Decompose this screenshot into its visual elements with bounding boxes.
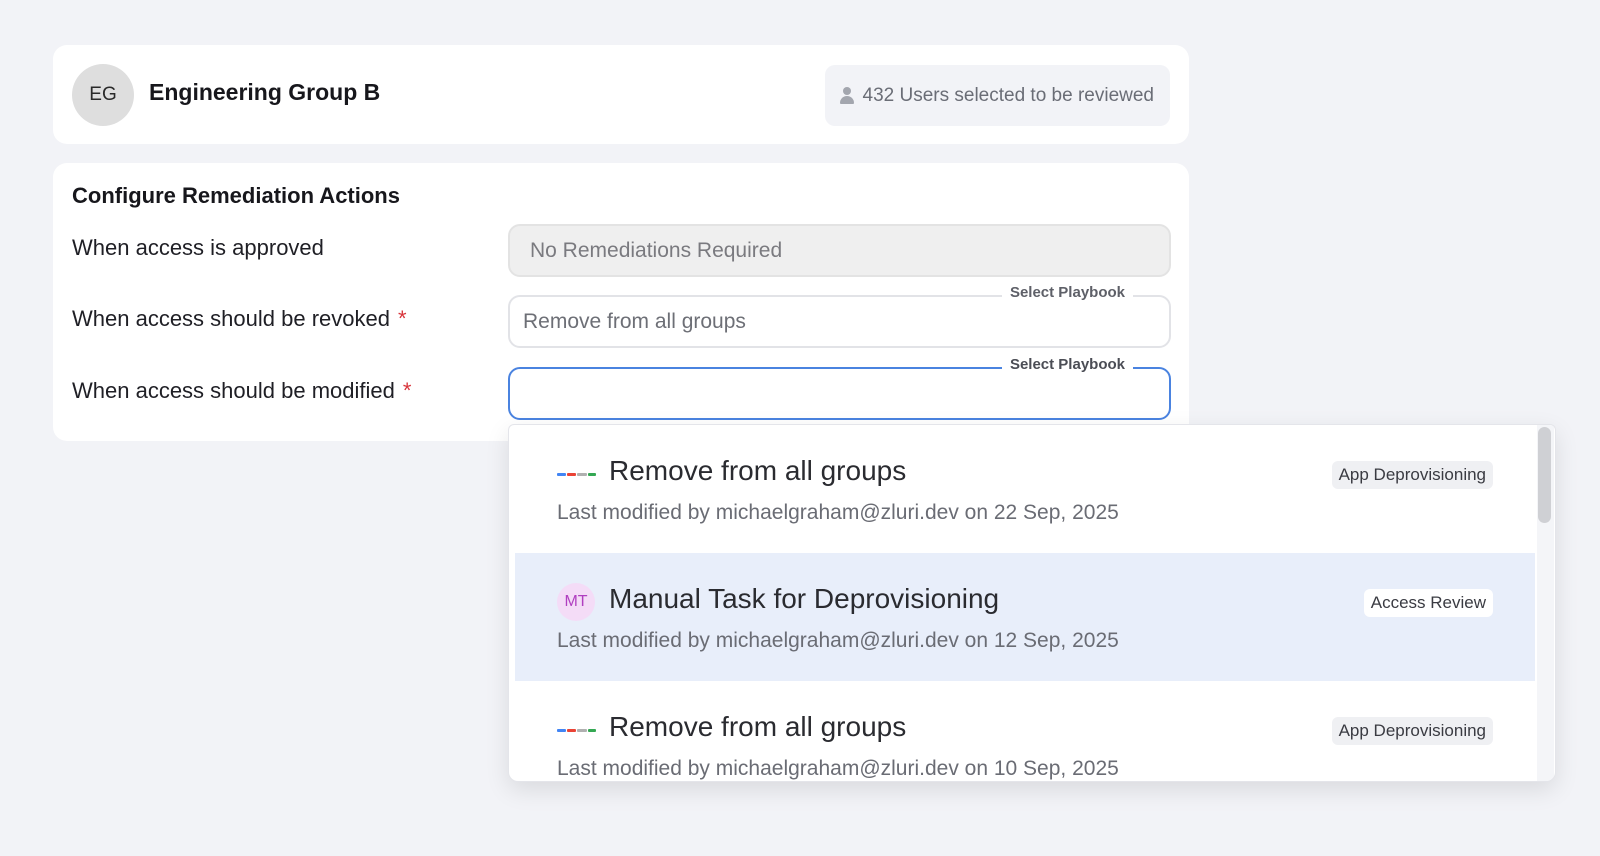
group-header-card: EG Engineering Group B 432 Users selecte… — [53, 45, 1189, 144]
option-subtitle: Last modified by michaelgraham@zluri.dev… — [557, 757, 1119, 780]
approved-playbook-field: No Remediations Required — [508, 224, 1171, 277]
required-mark: * — [402, 378, 412, 403]
remediation-card: Configure Remediation Actions When acces… — [53, 163, 1189, 441]
option-title: Remove from all groups — [609, 711, 907, 742]
approved-label-text: When access is approved — [72, 235, 324, 260]
option-title: Manual Task for Deprovisioning — [609, 583, 1000, 614]
google-workspace-logo-icon — [556, 455, 596, 493]
option-badge: Access Review — [1363, 589, 1493, 617]
dropdown-option[interactable]: Remove from all groups Last modified by … — [515, 425, 1535, 553]
approved-label: When access is approved — [72, 235, 324, 261]
group-name: Engineering Group B — [149, 79, 381, 105]
revoked-value: Remove from all groups — [523, 309, 746, 333]
modified-label-text: When access should be modified — [72, 378, 395, 403]
modified-playbook-select[interactable]: Select Playbook — [508, 356, 1171, 420]
modified-label: When access should be modified * — [72, 378, 411, 404]
group-avatar: EG — [72, 64, 134, 126]
users-selected-text: 432 Users selected to be reviewed — [862, 84, 1155, 106]
scrollbar-thumb[interactable] — [1538, 427, 1551, 523]
revoked-label: When access should be revoked * — [72, 306, 407, 332]
person-icon — [839, 86, 855, 105]
modified-field-label: Select Playbook — [1001, 356, 1133, 373]
dropdown-option-highlighted[interactable]: MT Manual Task for Deprovisioning Last m… — [515, 553, 1535, 681]
revoked-field-label: Select Playbook — [1001, 284, 1133, 301]
mt-avatar: MT — [557, 583, 595, 621]
revoked-playbook-select[interactable]: Select Playbook Remove from all groups — [508, 284, 1171, 348]
section-title: Configure Remediation Actions — [72, 183, 400, 208]
playbook-dropdown: Remove from all groups Last modified by … — [508, 424, 1556, 782]
required-mark: * — [397, 306, 407, 331]
dropdown-option[interactable]: Remove from all groups Last modified by … — [515, 681, 1535, 781]
revoked-label-text: When access should be revoked — [72, 306, 390, 331]
option-subtitle: Last modified by michaelgraham@zluri.dev… — [557, 629, 1119, 652]
users-selected-badge: 432 Users selected to be reviewed — [824, 65, 1170, 126]
google-workspace-logo-icon — [556, 711, 596, 749]
scrollbar[interactable] — [1537, 425, 1554, 781]
option-badge: App Deprovisioning — [1331, 717, 1493, 745]
option-badge: App Deprovisioning — [1331, 461, 1493, 489]
initials-avatar-icon: MT — [557, 583, 595, 621]
approved-value: No Remediations Required — [530, 238, 783, 262]
option-title: Remove from all groups — [609, 455, 907, 486]
option-subtitle: Last modified by michaelgraham@zluri.dev… — [557, 501, 1119, 524]
